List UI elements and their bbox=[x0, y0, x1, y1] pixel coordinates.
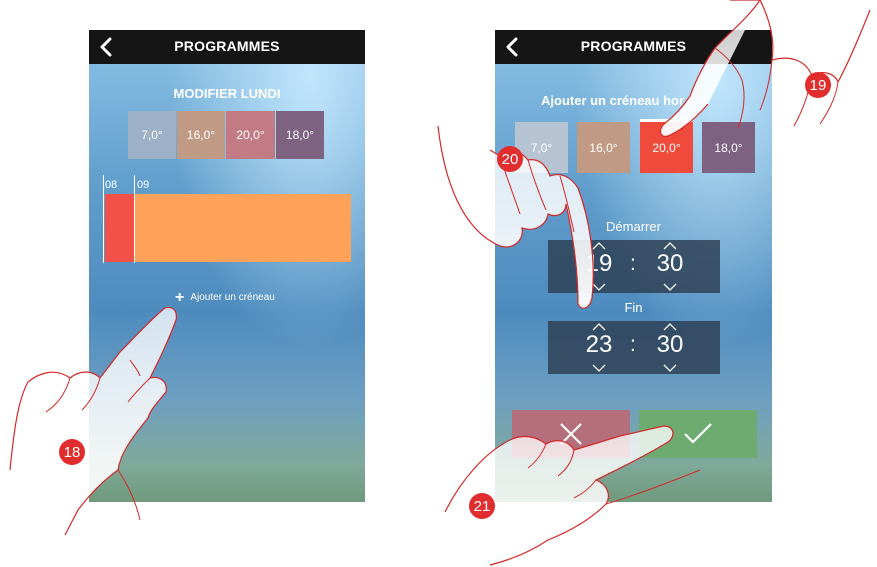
close-icon bbox=[560, 423, 582, 445]
step-badge-19: 19 bbox=[805, 72, 831, 98]
hour-label: 08 bbox=[105, 179, 118, 191]
temperature-16-swatch[interactable]: 16,0° bbox=[577, 122, 630, 173]
hour-tick bbox=[134, 175, 135, 263]
chevron-up-icon[interactable] bbox=[592, 323, 606, 331]
end-time-label: Fin bbox=[624, 300, 643, 315]
temperature-16-swatch[interactable]: 16,0° bbox=[177, 111, 225, 159]
time-separator: : bbox=[630, 252, 636, 275]
confirm-button[interactable] bbox=[639, 410, 757, 458]
left-phone-screen: PROGRAMMES MODIFIER LUNDI 7,0° 16,0° 20,… bbox=[89, 30, 365, 502]
step-badge-21: 21 bbox=[469, 493, 495, 519]
chevron-up-icon[interactable] bbox=[592, 242, 606, 250]
timeline-segment-08[interactable] bbox=[105, 194, 134, 262]
temperature-18-swatch[interactable]: 18,0° bbox=[702, 122, 755, 173]
temperature-7-swatch[interactable]: 7,0° bbox=[515, 122, 568, 173]
add-slot-button[interactable]: + Ajouter un créneau bbox=[175, 288, 275, 306]
hour-label: 09 bbox=[137, 179, 150, 191]
checkmark-icon bbox=[684, 423, 712, 444]
end-minute-value[interactable]: 30 bbox=[650, 331, 690, 359]
chevron-down-icon[interactable] bbox=[663, 283, 677, 291]
end-hour-value[interactable]: 23 bbox=[579, 331, 619, 359]
step-badge-18: 18 bbox=[59, 439, 85, 465]
timeline-segment-09[interactable] bbox=[134, 194, 351, 262]
start-hour-value[interactable]: 19 bbox=[579, 250, 619, 278]
chevron-down-icon[interactable] bbox=[663, 364, 677, 372]
start-minute-value[interactable]: 30 bbox=[650, 250, 690, 278]
add-slot-title: Ajouter un créneau hor bbox=[541, 93, 685, 108]
add-slot-label: Ajouter un créneau bbox=[190, 292, 275, 303]
right-phone-screen: PROGRAMMES Ajouter un créneau hor 7,0° 1… bbox=[495, 30, 772, 502]
temperature-20-swatch[interactable]: 20,0° bbox=[226, 111, 275, 159]
page-title: PROGRAMMES bbox=[174, 38, 280, 54]
end-time-picker[interactable]: 23 : 30 bbox=[548, 321, 720, 374]
temperature-7-swatch[interactable]: 7,0° bbox=[128, 111, 176, 159]
chevron-up-icon[interactable] bbox=[663, 242, 677, 250]
chevron-down-icon[interactable] bbox=[592, 283, 606, 291]
chevron-up-icon[interactable] bbox=[663, 323, 677, 331]
start-time-picker[interactable]: 19 : 30 bbox=[548, 240, 720, 293]
hour-tick bbox=[103, 175, 104, 263]
top-bar: PROGRAMMES bbox=[495, 30, 772, 64]
start-time-label: Démarrer bbox=[606, 219, 661, 234]
step-badge-20: 20 bbox=[497, 146, 523, 172]
day-title: MODIFIER LUNDI bbox=[173, 86, 281, 101]
temperature-20-swatch-selected[interactable]: 20,0° bbox=[640, 122, 693, 173]
time-separator: : bbox=[630, 333, 636, 356]
chevron-down-icon[interactable] bbox=[592, 364, 606, 372]
plus-icon: + bbox=[175, 288, 185, 306]
page-title: PROGRAMMES bbox=[580, 38, 687, 54]
temperature-18-swatch[interactable]: 18,0° bbox=[276, 111, 324, 159]
top-bar: PROGRAMMES bbox=[89, 30, 365, 64]
cancel-button[interactable] bbox=[512, 410, 630, 458]
